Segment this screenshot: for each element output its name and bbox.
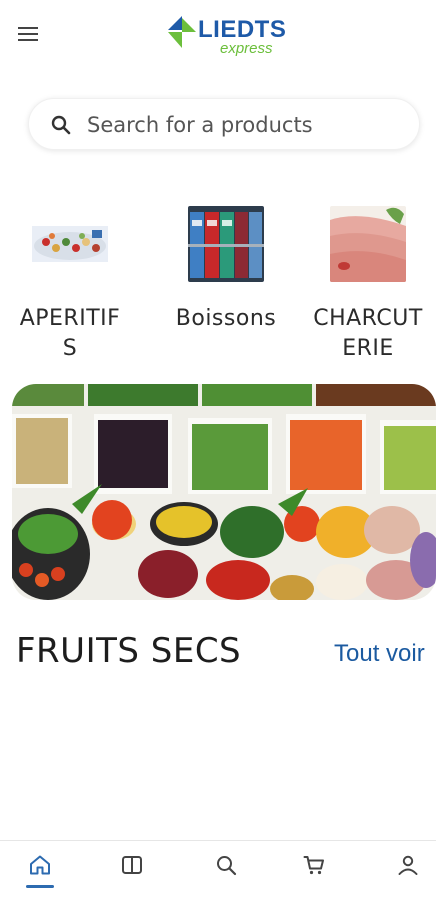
category-label: CHARCUTERIE [313,306,423,361]
logo-wordmark: LIEDTS [198,16,287,43]
nav-search[interactable] [212,851,240,879]
search-icon [217,856,237,876]
category-charcuterie[interactable]: CHARCUTERIE [298,200,436,370]
nav-home[interactable] [26,851,54,879]
category-label: APERITIFS [19,306,121,361]
drink-cans-image [188,206,264,282]
search-bar[interactable] [28,98,420,150]
vegetable-salad-bar-image [12,384,436,600]
category-aperitifs[interactable]: APERITIFS [0,200,140,370]
account-icon [398,855,418,875]
category-label: Boissons [175,306,277,331]
nav-account[interactable] [394,851,422,879]
aperitif-platter-image [32,206,108,282]
menu-button[interactable] [14,22,42,46]
search-icon [51,115,71,135]
promo-banner[interactable] [12,384,436,600]
logo-subtitle: express [220,40,273,57]
app-header: LIEDTS express [0,0,436,70]
search-input[interactable] [87,107,407,143]
hamburger-icon [18,27,38,41]
nav-catalog[interactable] [118,851,146,879]
catalog-icon [122,856,142,874]
active-tab-indicator [26,885,54,888]
cart-icon [303,856,324,875]
brand-logo[interactable]: LIEDTS express [162,12,292,62]
sliced-ham-image [330,206,406,282]
home-icon [30,855,50,875]
category-list: APERITIFS Boissons CHARCUTERIE [0,200,436,370]
section-title: FRUITS SECS [16,631,242,671]
nav-cart[interactable] [300,851,328,879]
bottom-navigation [0,840,436,900]
logo-mark-icon [168,16,196,48]
category-boissons[interactable]: Boissons [156,200,296,370]
see-all-link[interactable]: Tout voir [334,640,425,668]
